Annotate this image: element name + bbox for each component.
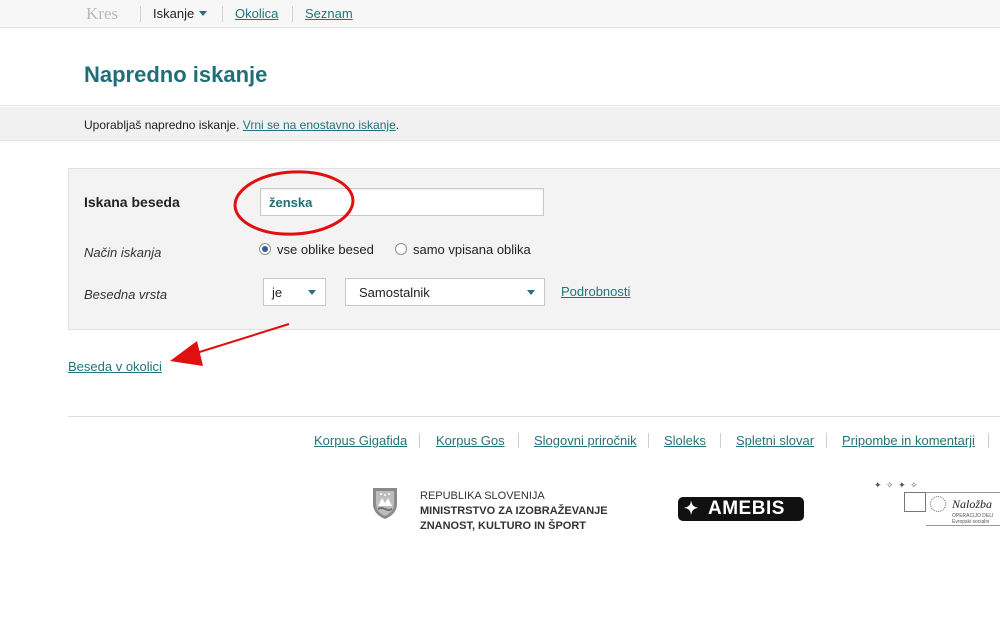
footer-separator [518, 433, 519, 448]
info-suffix: . [395, 118, 400, 132]
eu-title: Naložba [952, 497, 993, 511]
top-navigation: Kres Iskanje Okolica Seznam [0, 0, 1000, 28]
search-mode-label: Način iskanja [84, 245, 162, 260]
ministry-line-3: ZNANOST, KULTURO IN ŠPORT [420, 520, 587, 532]
nav-divider [140, 6, 141, 22]
pos-operator-value: je [272, 285, 283, 300]
nav-item-okolica[interactable]: Okolica [235, 6, 278, 21]
footer-link-dictionary[interactable]: Spletni slovar [736, 433, 814, 448]
word-class-label: Besedna vrsta [84, 287, 168, 302]
chevron-down-icon [308, 290, 316, 295]
info-message: Uporabljaš napredno iskanje. Vrni se na … [84, 118, 399, 132]
eu-logo: ✦ ✧ ✦ ✧ Naložba OPERACIJO DELI Evropski … [874, 478, 1000, 538]
footer-separator [988, 433, 989, 448]
ministry-line-2: MINISTRSTVO ZA IZOBRAŽEVANJE [420, 505, 608, 517]
nav-item-iskanje[interactable]: Iskanje [153, 6, 208, 21]
footer-separator [419, 433, 420, 448]
details-link[interactable]: Podrobnosti [561, 284, 630, 299]
chevron-down-icon [199, 11, 208, 16]
radio-all-forms[interactable] [259, 243, 271, 255]
word-label: Iskana beseda [84, 194, 180, 210]
pos-value: Samostalnik [359, 285, 430, 300]
chevron-down-icon [527, 290, 535, 295]
brand-logo[interactable]: Kres [86, 4, 118, 24]
eu-flag-frame [904, 492, 926, 512]
eu-star-circle-icon [930, 496, 946, 512]
info-text: Uporabljaš napredno iskanje. [84, 118, 243, 132]
radio-exact-form-label[interactable]: samo vpisana oblika [413, 242, 531, 257]
ministry-line-1: REPUBLIKA SLOVENIJA [420, 490, 545, 502]
amebis-logo: ✦ AMEBIS [678, 497, 804, 521]
ministry-logo-text: REPUBLIKA SLOVENIJA MINISTRSTVO ZA IZOBR… [420, 489, 608, 534]
footer-link-style-guide[interactable]: Slogovni priročnik [534, 433, 637, 448]
nav-item-seznam[interactable]: Seznam [305, 6, 353, 21]
radio-exact-form[interactable] [395, 243, 407, 255]
eu-small-text: OPERACIJO DELI Evropski socialni [952, 513, 993, 525]
pos-value-select[interactable]: Samostalnik [345, 278, 545, 306]
eu-small-line-2: Evropski socialni [952, 519, 990, 525]
nav-item-label: Iskanje [153, 6, 195, 21]
slovenia-coat-of-arms-icon [373, 488, 397, 519]
stars-icon: ✦ ✧ ✦ ✧ [874, 480, 919, 490]
info-band: Uporabljaš napredno iskanje. Vrni se na … [0, 107, 1000, 141]
footer-separator [720, 433, 721, 448]
title-band: Napredno iskanje [0, 29, 1000, 106]
amebis-logo-text: AMEBIS [708, 498, 785, 519]
page-title: Napredno iskanje [84, 62, 268, 87]
search-word-input[interactable] [260, 188, 544, 216]
nav-divider [292, 6, 293, 22]
amebis-star-icon: ✦ [684, 499, 699, 518]
pos-operator-select[interactable]: je [263, 278, 326, 306]
red-arrowhead-annotation [170, 341, 203, 366]
footer-link-gigafida[interactable]: Korpus Gigafida [314, 433, 407, 448]
radio-all-forms-label[interactable]: vse oblike besed [277, 242, 374, 257]
word-in-context-link[interactable]: Beseda v okolici [68, 359, 162, 374]
nav-divider [222, 6, 223, 22]
footer-separator [648, 433, 649, 448]
footer-link-sloleks[interactable]: Sloleks [664, 433, 706, 448]
footer-link-feedback[interactable]: Pripombe in komentarji [842, 433, 975, 448]
footer-link-gos[interactable]: Korpus Gos [436, 433, 505, 448]
footer-divider [68, 416, 1000, 417]
footer-separator [826, 433, 827, 448]
simple-search-link[interactable]: Vrni se na enostavno iskanje [243, 118, 396, 132]
